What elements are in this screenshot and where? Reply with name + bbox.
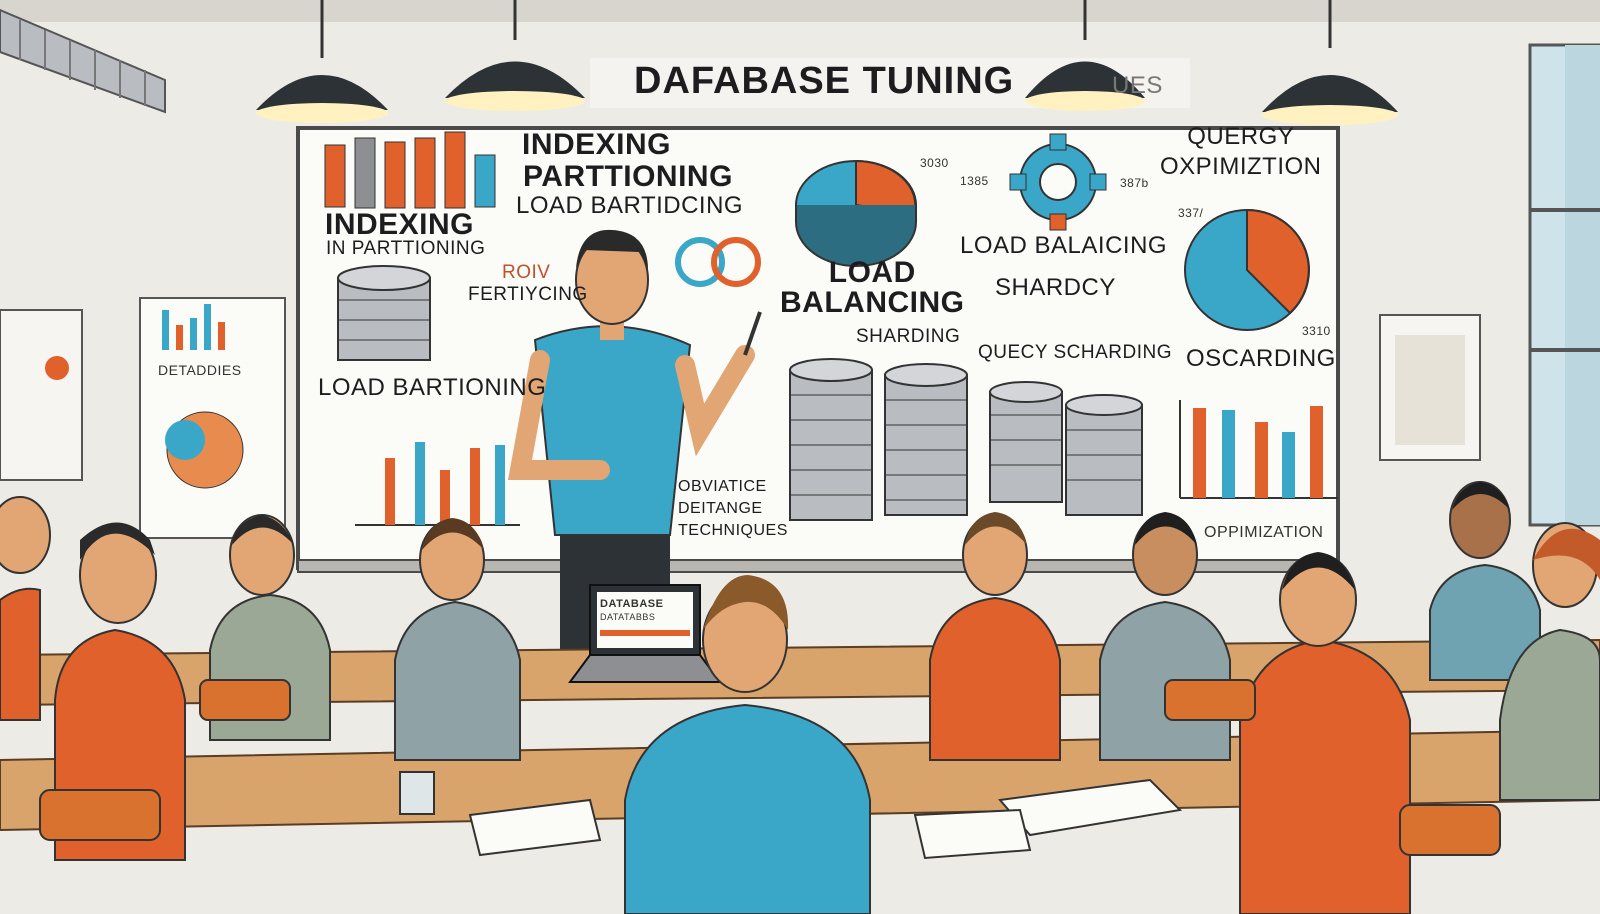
window — [1528, 43, 1600, 527]
wall-poster-far-left — [0, 309, 83, 481]
database-stack — [1065, 394, 1143, 516]
label-num-3870: 387b — [1120, 176, 1149, 190]
label-sharding-small: SHARDING — [856, 326, 961, 347]
database-stack — [337, 265, 431, 361]
wall-poster-right — [1379, 314, 1481, 461]
label-query-sharding: QUECY SCHARDING — [978, 342, 1173, 363]
label-num-337: 337/ — [1178, 206, 1204, 220]
label-num-3030: 3030 — [920, 156, 949, 170]
label-load-balancing-center: LOAD BALANCING — [780, 256, 965, 319]
pie-chart — [795, 159, 917, 267]
wall-poster-left — [139, 297, 286, 539]
label-indexing-top: INDEXING — [522, 128, 672, 161]
pie-chart — [1184, 208, 1310, 331]
label-num-1385: 1385 — [960, 174, 989, 188]
label-shardcy: SHARDCY — [995, 274, 1116, 301]
paper-sheet — [913, 808, 1032, 860]
label-indexing-left: INDEXING — [325, 208, 475, 241]
ceiling — [0, 0, 1600, 22]
label-techniques: OBVIATICE DEITANGE TECHNIQUES — [678, 478, 788, 539]
laptop-screen-line1: DATABASE — [600, 598, 664, 610]
banner-title: DAFABASE TUNING — [634, 60, 1015, 102]
label-load-balancing-right: LOAD BALAICING — [960, 232, 1168, 259]
scene-illustration — [0, 0, 1600, 914]
label-oscarding: OSCARDING — [1186, 345, 1336, 372]
label-roiv: ROIV — [502, 262, 551, 283]
banner-suffix: UES — [1112, 72, 1163, 99]
database-stack — [989, 381, 1063, 503]
chair — [1399, 804, 1501, 856]
chair — [39, 789, 161, 841]
poster-left-title: DETADDIES — [158, 362, 242, 378]
cup — [399, 771, 435, 815]
label-query-optimization: QUERGY OXPIMIZTION — [1160, 123, 1322, 180]
laptop-screen-line2: DATATABBS — [600, 612, 656, 622]
label-in-partitioning: IN PARTTIONING — [326, 238, 486, 259]
label-num-3310: 3310 — [1302, 324, 1331, 338]
chair — [1164, 679, 1256, 721]
database-stack — [789, 358, 873, 521]
label-load-bartioning: LOAD BARTIONING — [318, 374, 547, 401]
classroom-scene: DAFABASE TUNING UES INDEXING PARTTIONING… — [0, 0, 1600, 914]
chair — [199, 679, 291, 721]
label-partitioning-top: PARTTIONING — [523, 160, 733, 193]
database-stack — [884, 363, 968, 516]
label-optimization-bottom: OPPIMIZATION — [1204, 524, 1324, 541]
label-load-bartidcing: LOAD BARTIDCING — [516, 192, 744, 219]
label-fertiycing: FERTIYCING — [468, 284, 588, 305]
